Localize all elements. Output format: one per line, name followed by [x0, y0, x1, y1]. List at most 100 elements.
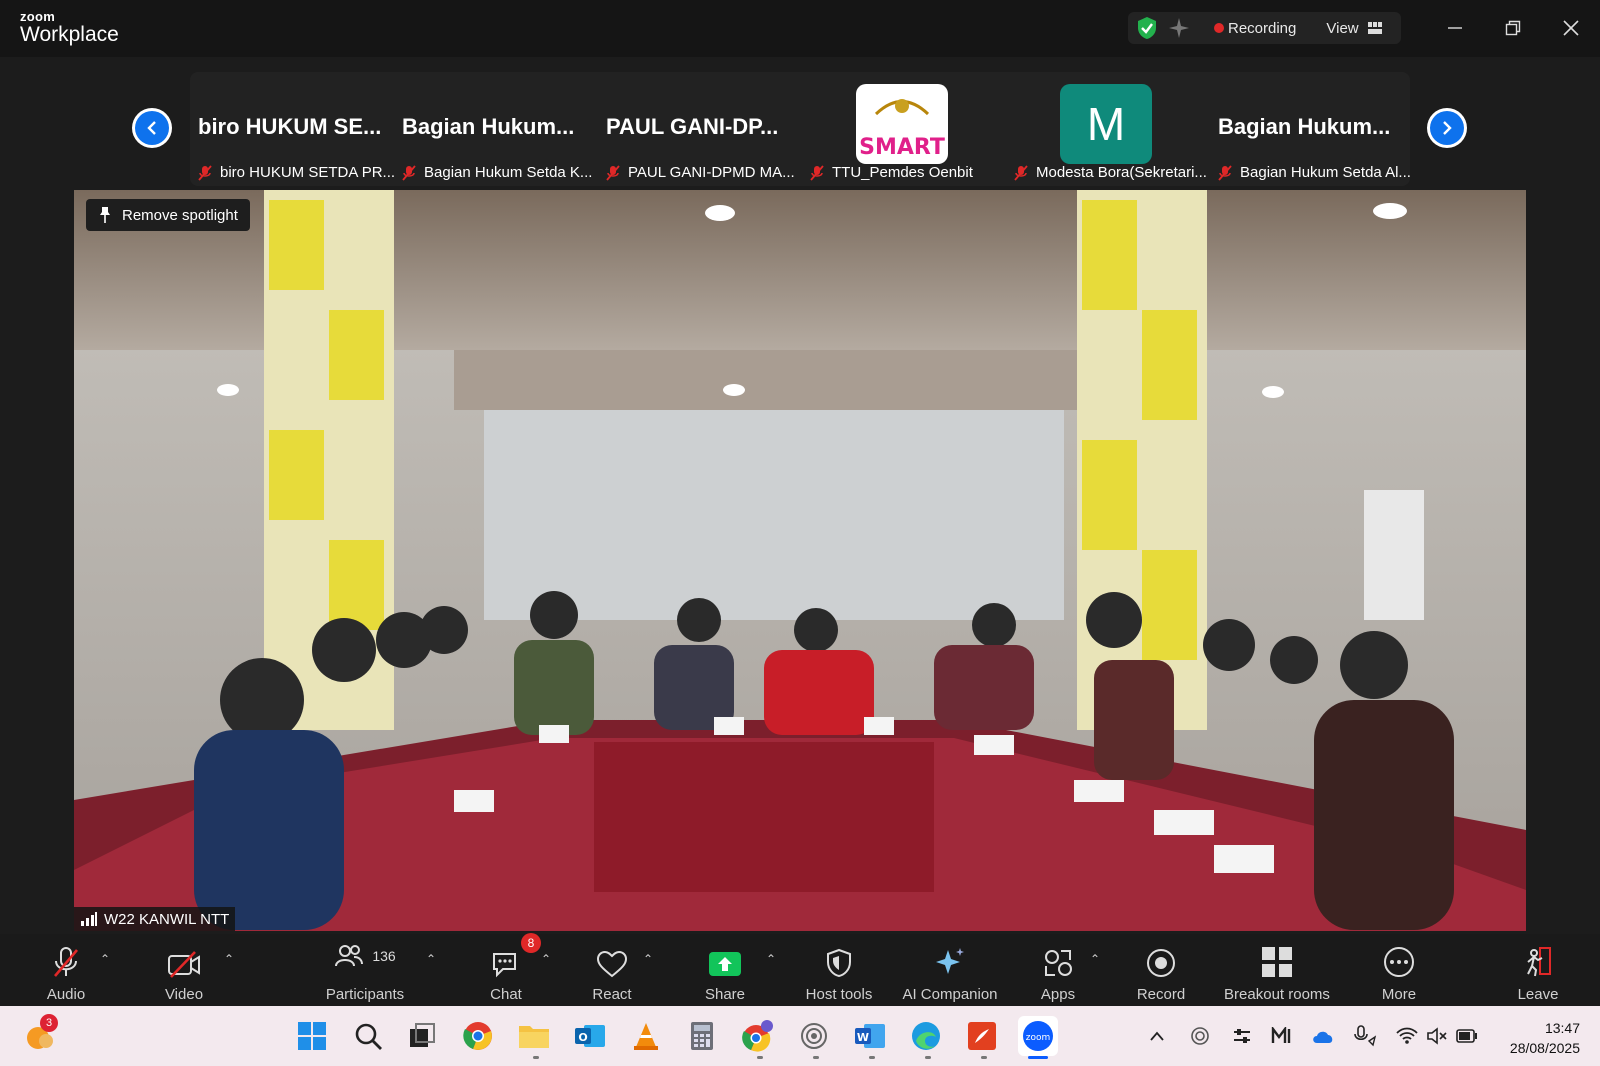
word-icon: W [855, 1024, 885, 1048]
breakout-rooms-label: Breakout rooms [1224, 986, 1330, 1003]
participant-avatar: SMART [856, 84, 948, 164]
chevron-left-icon [147, 121, 156, 135]
close-icon [1563, 20, 1579, 36]
tray-wifi[interactable] [1394, 1020, 1420, 1052]
tray-microphone[interactable] [1352, 1020, 1378, 1052]
chat-label: Chat [490, 986, 522, 1003]
heart-icon [596, 950, 628, 978]
audio-label: Audio [46, 986, 86, 1003]
spotlight-video[interactable] [74, 190, 1526, 931]
ai-sparkle-icon[interactable] [1168, 17, 1190, 39]
weather-widget[interactable]: 3 [24, 1014, 58, 1052]
app-logo: zoom Workplace [20, 10, 119, 45]
share-options-caret-icon[interactable]: ⌃ [766, 952, 776, 966]
tray-m-app[interactable] [1270, 1020, 1294, 1052]
tray-settings-app[interactable] [1230, 1020, 1254, 1052]
taskbar-search[interactable] [352, 1020, 384, 1052]
audio-options-caret-icon[interactable]: ⌃ [100, 952, 110, 966]
participant-tile[interactable]: PAUL GANI-DP... PAUL GANI-DPMD MA... [598, 72, 795, 186]
breakout-rooms-icon [1262, 947, 1292, 977]
wifi-icon [1396, 1027, 1418, 1044]
outlook-icon: O [575, 1025, 605, 1047]
ai-companion-sparkle-icon [936, 948, 964, 974]
view-label: View [1326, 19, 1359, 37]
tray-onedrive[interactable] [1310, 1020, 1336, 1052]
chat-button[interactable]: 8 Chat [480, 933, 541, 1006]
strip-next-button[interactable] [1427, 108, 1467, 148]
sliders-icon [1234, 1029, 1250, 1043]
video-participant-label: W22 KANWIL NTT [74, 907, 236, 931]
participant-tile[interactable]: SMART TTU_Pemdes Oenbit [802, 72, 998, 186]
participants-button[interactable]: 136 Participants [320, 934, 410, 1006]
strip-prev-button[interactable] [132, 108, 172, 148]
taskbar-pdf-reader[interactable] [966, 1020, 998, 1052]
participants-label: Participants [325, 986, 405, 1003]
apps-options-caret-icon[interactable]: ⌃ [1090, 952, 1100, 966]
tray-rings-app[interactable] [1188, 1020, 1212, 1052]
windows-taskbar: 3 O W zoom 13:47 28/08/2025 [0, 1006, 1600, 1066]
view-button[interactable]: View [1306, 20, 1382, 37]
tray-overflow-button[interactable] [1146, 1020, 1168, 1052]
battery-icon [1456, 1029, 1477, 1043]
microphone-icon [1354, 1025, 1377, 1047]
remove-spotlight-button[interactable]: Remove spotlight [86, 199, 250, 231]
close-button[interactable] [1556, 14, 1586, 42]
chat-bubble-icon [493, 953, 516, 978]
more-button[interactable]: More [1372, 934, 1426, 1006]
react-button[interactable]: React [586, 934, 638, 1006]
running-indicator [981, 1056, 987, 1059]
react-options-caret-icon[interactable]: ⌃ [643, 952, 653, 966]
tray-battery[interactable] [1454, 1020, 1480, 1052]
m-logo-icon [1271, 1027, 1291, 1043]
taskbar-clock[interactable]: 13:47 28/08/2025 [1510, 1018, 1580, 1058]
taskbar-chrome-profile[interactable] [742, 1020, 774, 1052]
record-button[interactable]: Record [1134, 934, 1188, 1006]
running-indicator [869, 1056, 875, 1059]
taskbar-zoom[interactable]: zoom [1018, 1016, 1058, 1056]
taskbar-vlc[interactable] [630, 1020, 662, 1052]
participant-tile[interactable]: Bagian Hukum... Bagian Hukum Setda Al... [1210, 72, 1411, 186]
taskbar-task-view[interactable] [406, 1020, 438, 1052]
host-tools-button[interactable]: Host tools [800, 934, 878, 1006]
recording-indicator[interactable]: Recording [1214, 20, 1296, 37]
taskbar-file-explorer[interactable] [518, 1020, 550, 1052]
mic-muted-icon [810, 164, 824, 181]
breakout-rooms-button[interactable]: Breakout rooms [1218, 934, 1336, 1006]
minimize-button[interactable] [1440, 14, 1470, 42]
apps-button[interactable]: Apps [1032, 934, 1084, 1006]
tray-volume[interactable] [1424, 1020, 1450, 1052]
security-shield-icon[interactable] [1136, 16, 1158, 40]
participants-options-caret-icon[interactable]: ⌃ [426, 952, 436, 966]
leave-button[interactable]: Leave [1512, 934, 1564, 1006]
folder-icon [519, 1026, 549, 1048]
taskbar-chrome[interactable] [462, 1020, 494, 1052]
running-indicator [757, 1056, 763, 1059]
restore-button[interactable] [1498, 14, 1528, 42]
ai-companion-button[interactable]: AI Companion [898, 934, 1002, 1006]
video-options-caret-icon[interactable]: ⌃ [224, 952, 234, 966]
task-view-icon [410, 1023, 435, 1047]
share-button[interactable]: Share [698, 934, 752, 1006]
taskbar-edge[interactable] [910, 1020, 942, 1052]
taskbar-outlook[interactable]: O [574, 1020, 606, 1052]
chat-options-caret-icon[interactable]: ⌃ [541, 952, 551, 966]
more-icon [1384, 947, 1414, 977]
mic-muted-icon [54, 947, 78, 977]
participant-tile[interactable]: Bagian Hukum... Bagian Hukum Setda K... [394, 72, 592, 186]
participant-tile[interactable]: biro HUKUM SE... biro HUKUM SETDA PR... [190, 72, 395, 186]
participants-icon [335, 945, 364, 967]
audio-button[interactable]: Audio [40, 934, 92, 1006]
video-button[interactable]: Video [158, 934, 210, 1006]
active-indicator [1028, 1056, 1048, 1059]
taskbar-word[interactable]: W [854, 1020, 886, 1052]
share-screen-icon [709, 952, 741, 976]
start-button[interactable] [296, 1020, 328, 1052]
participant-name-large: Bagian Hukum... [1218, 114, 1391, 139]
taskbar-app-circle[interactable] [798, 1020, 830, 1052]
record-icon [1147, 949, 1175, 977]
share-label: Share [704, 986, 746, 1003]
app-rings-icon [1191, 1027, 1209, 1045]
participant-tile[interactable]: M Modesta Bora(Sekretari... [1006, 72, 1207, 186]
taskbar-calculator[interactable] [686, 1020, 718, 1052]
chrome-profile-icon [742, 1020, 773, 1052]
